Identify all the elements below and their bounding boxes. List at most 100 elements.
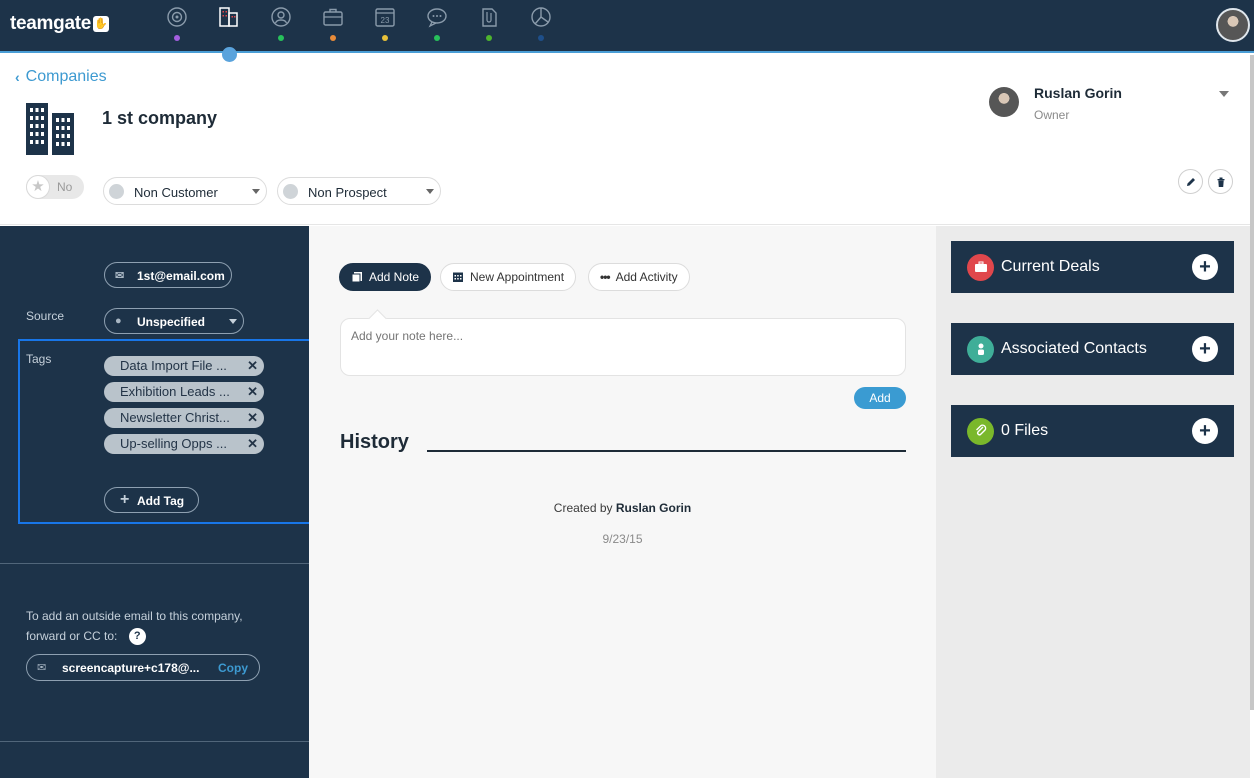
logo-hand-icon: ✋ [93,16,110,32]
files-label: 0 Files [1001,422,1049,439]
logo-text: teamgate [10,13,92,34]
add-deal-button[interactable]: + [1192,254,1218,280]
top-nav-bar: teamgate ✋ 23 [0,0,1254,53]
add-activity-button[interactable]: ••• Add Activity [588,263,690,291]
nav-reports[interactable] [529,6,553,46]
new-appointment-button[interactable]: New Appointment [440,263,577,291]
close-icon[interactable]: ✕ [247,358,258,374]
favorite-toggle[interactable]: ★ No [26,175,84,199]
paperclip-icon [967,418,994,445]
caret-down-icon [1219,91,1229,97]
page-scrollbar[interactable] [1250,55,1254,710]
deals-icon [323,8,343,26]
copy-button[interactable]: Copy [218,661,248,675]
tag-label: Newsletter Christ... [120,410,230,425]
back-label: Companies [25,68,107,85]
nav-dot [486,35,492,41]
associated-contacts-card[interactable]: Associated Contacts + [951,323,1234,375]
history-divider [427,450,906,452]
active-nav-indicator [222,47,237,62]
note-input[interactable] [351,329,891,343]
add-activity-label: Add Activity [615,270,678,284]
drop-icon: ● [115,315,122,327]
envelope-icon: ✉ [115,270,125,282]
divider [0,741,309,742]
status-dot [109,184,124,199]
delete-company-button[interactable] [1208,169,1233,194]
nav-files[interactable] [477,6,501,46]
tags-label: Tags [26,352,52,366]
nav-dot [174,35,180,41]
add-tag-label: Add Tag [137,494,185,508]
nav-deals[interactable] [321,6,345,46]
note-icon [351,272,362,283]
nav-dot [538,35,544,41]
close-icon[interactable]: ✕ [247,436,258,452]
source-value: Unspecified [137,315,206,329]
pencil-icon [1186,178,1195,186]
company-details-sidebar: ✉ 1st@email.com Source ● Unspecified Tag… [0,226,330,778]
favorite-label: No [57,180,73,194]
companies-icon [219,7,238,27]
source-label: Source [26,309,65,323]
nav-companies[interactable] [217,6,241,46]
current-deals-card[interactable]: Current Deals + [951,241,1234,293]
company-building-icon [26,103,74,155]
caret-down-icon [229,319,237,324]
app-logo[interactable]: teamgate ✋ [10,13,110,35]
owner-role: Owner [1034,108,1070,122]
close-icon[interactable]: ✕ [247,410,258,426]
prospect-status-value: Non Prospect [308,185,387,200]
tag-chip[interactable]: Data Import File ... ✕ [104,356,264,376]
created-by-name: Ruslan Gorin [615,501,692,515]
edit-company-button[interactable] [1178,169,1203,194]
forward-email-field: ✉ screencapture+c178@... Copy [26,654,260,681]
chat-icon [427,8,447,28]
dashboard-icon [167,7,187,27]
current-deals-label: Current Deals [1001,258,1100,275]
help-icon[interactable]: ? [128,628,146,646]
company-header: ‹ Companies 1 st company Ruslan Gorin Ow… [0,55,1250,225]
trash-icon [1217,177,1224,187]
history-created-date: 9/23/15 [602,532,643,546]
envelope-icon: ✉ [37,662,47,674]
add-note-button[interactable]: Add Note [339,263,432,291]
tag-chip[interactable]: Newsletter Christ... ✕ [104,408,264,428]
nav-contacts[interactable] [269,6,293,46]
nav-calendar[interactable]: 23 [373,6,397,46]
owner-selector[interactable]: Ruslan Gorin Owner [989,85,1234,125]
status-dot [283,184,298,199]
email-pill[interactable]: ✉ 1st@email.com [104,262,232,288]
tag-label: Up-selling Opps ... [120,436,227,451]
email-value: 1st@email.com [137,269,225,283]
add-contact-button[interactable]: + [1192,336,1218,362]
back-to-companies-link[interactable]: ‹ Companies [15,68,107,86]
add-tag-button[interactable]: + Add Tag [104,487,199,513]
forward-info: To add an outside email to this company,… [26,606,266,646]
user-avatar[interactable] [1216,8,1250,42]
customer-status-select[interactable]: Non Customer [103,177,267,205]
star-icon: ★ [26,175,50,199]
company-name: 1 st company [102,108,218,128]
add-file-button[interactable]: + [1192,418,1218,444]
tag-label: Exhibition Leads ... [120,384,230,399]
owner-name: Ruslan Gorin [1034,85,1122,101]
svg-text:23: 23 [381,16,390,25]
calendar-icon: 23 [375,8,395,27]
source-select[interactable]: ● Unspecified [104,308,244,334]
nav-chat[interactable] [425,6,449,46]
plus-icon: + [120,491,130,508]
tag-chip[interactable]: Exhibition Leads ... ✕ [104,382,264,402]
nav-dot [382,35,388,41]
chevron-left-icon: ‹ [15,69,20,85]
close-icon[interactable]: ✕ [247,384,258,400]
reports-icon [531,7,551,27]
tag-chip[interactable]: Up-selling Opps ... ✕ [104,434,264,454]
add-note-label: Add Note [369,270,420,284]
add-note-submit-button[interactable]: Add [854,387,906,409]
caret-down-icon [426,189,434,194]
created-by-prefix: Created by [553,501,613,515]
prospect-status-select[interactable]: Non Prospect [277,177,441,205]
nav-dashboard[interactable] [165,6,189,46]
files-card[interactable]: 0 Files + [951,405,1234,457]
